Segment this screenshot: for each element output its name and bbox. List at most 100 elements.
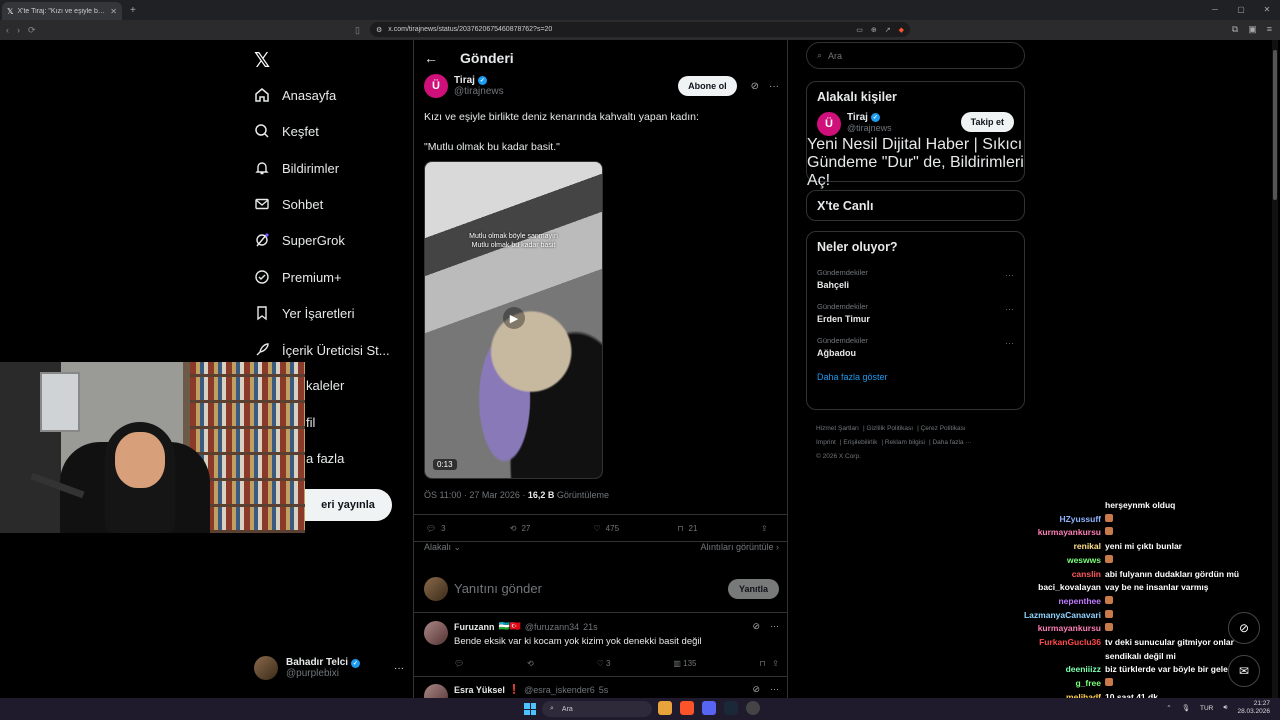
forward-icon[interactable]: › bbox=[17, 25, 20, 35]
nav-articles[interactable]: kaleler bbox=[306, 378, 344, 393]
sidebar-icon[interactable]: ▣ bbox=[1248, 24, 1257, 35]
chat-username[interactable]: nepenthee bbox=[1000, 596, 1105, 606]
chat-username[interactable]: deeniiizz bbox=[1000, 664, 1105, 674]
chat-username[interactable]: kurmayankursu bbox=[1000, 527, 1105, 537]
share-action[interactable]: ⇪ bbox=[761, 524, 777, 533]
clock[interactable]: 21:27 28.03.2026 bbox=[1237, 700, 1270, 716]
author-name[interactable]: Tiraj ✓ bbox=[454, 75, 504, 86]
address-bar[interactable]: ⚙ x.com/tirajnews/status/203762067546087… bbox=[370, 22, 910, 37]
taskbar-search[interactable]: ⌕ Ara bbox=[542, 701, 652, 717]
post-video[interactable]: Mutlu olmak böyle sanmayın Mutlu olmak b… bbox=[424, 161, 603, 479]
reply-user[interactable]: Esra Yüksel bbox=[454, 685, 505, 695]
related-person[interactable]: Ü Tiraj ✓ @tirajnews Takip et bbox=[807, 112, 1024, 136]
nav-bookmarks[interactable]: Yer İşaretleri bbox=[254, 305, 355, 321]
brave-icon[interactable] bbox=[680, 701, 694, 715]
close-window-icon[interactable]: ✕ bbox=[1254, 0, 1280, 20]
view-quotes-link[interactable]: Alıntıları görüntüle › bbox=[700, 542, 779, 553]
reply-handle[interactable]: @furuzann34 bbox=[525, 622, 579, 632]
back-arrow-icon[interactable]: ← bbox=[424, 50, 438, 66]
footer-link[interactable]: Daha fazla ··· bbox=[932, 439, 971, 446]
more-icon[interactable]: ··· bbox=[1005, 270, 1014, 280]
site-info-icon[interactable]: ⚙ bbox=[376, 26, 382, 34]
reply-handle[interactable]: @esra_iskender6 bbox=[524, 685, 595, 695]
language-indicator[interactable]: TUR bbox=[1200, 705, 1213, 712]
close-tab-icon[interactable]: ✕ bbox=[110, 7, 117, 16]
new-tab-icon[interactable]: + bbox=[130, 5, 136, 16]
chat-username[interactable]: g_free bbox=[1000, 678, 1105, 688]
reply-action[interactable]: 💬︎ 3 bbox=[426, 524, 510, 533]
more-icon[interactable]: ··· bbox=[770, 684, 779, 695]
search-input[interactable]: ⌕ Ara bbox=[806, 42, 1025, 69]
volume-icon[interactable]: 🔊︎ bbox=[1223, 704, 1227, 712]
more-icon[interactable]: ··· bbox=[769, 81, 779, 92]
more-icon[interactable]: ··· bbox=[1005, 338, 1014, 348]
footer-link[interactable]: Hizmet Şartları bbox=[816, 425, 859, 432]
x-live-card[interactable]: X'te Canlı bbox=[806, 190, 1025, 221]
chat-username[interactable]: canslin bbox=[1000, 569, 1105, 579]
author-avatar[interactable]: Ü bbox=[424, 74, 448, 98]
subscribe-button[interactable]: Abone ol bbox=[678, 76, 737, 96]
repost-icon[interactable]: ⟲ bbox=[527, 659, 534, 668]
nav-premium[interactable]: Premium+ bbox=[254, 269, 342, 285]
obs-icon[interactable] bbox=[746, 701, 760, 715]
repost-action[interactable]: ⟲ 27 bbox=[510, 524, 594, 533]
person-name[interactable]: Tiraj ✓ bbox=[847, 112, 892, 123]
cast-icon[interactable]: ▭ bbox=[856, 26, 863, 34]
chat-username[interactable]: baci_kovalayan bbox=[1000, 582, 1105, 592]
footer-link[interactable]: Çerez Politikası bbox=[921, 425, 966, 432]
footer-link[interactable]: Imprint bbox=[816, 439, 836, 446]
chat-username[interactable]: FurkanGuclu36 bbox=[1000, 637, 1105, 647]
reply-button[interactable]: Yanıtla bbox=[727, 578, 779, 599]
chat-username[interactable] bbox=[1000, 651, 1105, 661]
more-icon[interactable]: ··· bbox=[770, 621, 779, 632]
scrollbar-thumb[interactable] bbox=[1273, 50, 1277, 200]
start-icon[interactable] bbox=[524, 703, 536, 715]
minimize-icon[interactable]: ─ bbox=[1202, 0, 1228, 20]
reload-icon[interactable]: ⟳ bbox=[28, 25, 36, 36]
share-icon[interactable]: ↗ bbox=[885, 26, 891, 34]
browser-tab[interactable]: 𝕏 X'te Tiraj: "Kızı ve eşiyle birlikte d… bbox=[2, 2, 122, 20]
nav-more[interactable]: a fazla bbox=[306, 451, 344, 466]
views-action[interactable]: ▥ 135 bbox=[673, 659, 696, 668]
chat-username[interactable]: renikal bbox=[1000, 541, 1105, 551]
play-icon[interactable]: ▶ bbox=[503, 307, 525, 329]
reply-item[interactable]: Esra Yüksel ❗ @esra_iskender6 5s ⊘ ··· bbox=[414, 676, 787, 700]
author-handle[interactable]: @tirajnews bbox=[454, 86, 504, 97]
reply-input[interactable]: Yanıtını gönder bbox=[454, 581, 542, 596]
show-more-link[interactable]: Daha fazla göster bbox=[807, 364, 1024, 394]
menu-icon[interactable]: ≡ bbox=[1267, 24, 1272, 35]
footer-link[interactable]: Reklam bilgisi bbox=[885, 439, 925, 446]
bookmark-action[interactable]: ⊓ 21 bbox=[677, 524, 761, 533]
x-logo-icon[interactable]: 𝕏 bbox=[254, 48, 270, 72]
nav-supergrok[interactable]: SuperGrok bbox=[254, 232, 345, 248]
bookmark-icon[interactable]: ⊓ ⇪ bbox=[759, 659, 779, 668]
back-icon[interactable]: ‹ bbox=[6, 25, 9, 35]
post-timestamp[interactable]: ÖS 11:00 · 27 Mar 2026 · bbox=[424, 490, 528, 500]
tray-chevron-icon[interactable]: ⌃ bbox=[1166, 704, 1171, 712]
extensions-icon[interactable]: ⧉ bbox=[1232, 24, 1238, 35]
like-action[interactable]: ♡ 3 bbox=[597, 659, 611, 668]
follow-button[interactable]: Takip et bbox=[960, 112, 1014, 132]
nav-explore[interactable]: Keşfet bbox=[254, 123, 319, 139]
nav-profile[interactable]: fil bbox=[306, 415, 315, 430]
chat-username[interactable]: LazmanyaCanavari bbox=[1000, 610, 1105, 620]
messages-float-icon[interactable]: ✉ bbox=[1228, 655, 1260, 687]
chat-username[interactable]: kurmayankursu bbox=[1000, 623, 1105, 633]
zoom-icon[interactable]: ⊕ bbox=[871, 26, 877, 34]
nav-creator-studio[interactable]: İçerik Üreticisi St... bbox=[254, 342, 390, 358]
grok-float-icon[interactable]: ⊘ bbox=[1228, 612, 1260, 644]
page-scrollbar[interactable] bbox=[1272, 40, 1278, 698]
grok-icon[interactable]: ⊘ bbox=[751, 81, 759, 92]
mic-icon[interactable]: 🎙︎ bbox=[1182, 704, 1190, 712]
more-icon[interactable]: ··· bbox=[1005, 304, 1014, 314]
reply-icon[interactable]: 💬︎ bbox=[454, 659, 464, 668]
sort-dropdown[interactable]: Alakalı ⌄ bbox=[424, 542, 461, 553]
footer-link[interactable]: Erişilebilirlik bbox=[843, 439, 877, 446]
person-handle[interactable]: @tirajnews bbox=[847, 123, 892, 133]
grok-icon[interactable]: ⊘ bbox=[752, 684, 760, 695]
more-icon[interactable]: ··· bbox=[394, 663, 404, 674]
brave-shield-icon[interactable]: ◆ bbox=[899, 26, 904, 34]
reply-user[interactable]: Furuzann bbox=[454, 622, 495, 632]
trend-item[interactable]: Gündemdekiler Ağbadou ··· bbox=[807, 330, 1024, 364]
trend-item[interactable]: Gündemdekiler Bahçeli ··· bbox=[807, 262, 1024, 296]
